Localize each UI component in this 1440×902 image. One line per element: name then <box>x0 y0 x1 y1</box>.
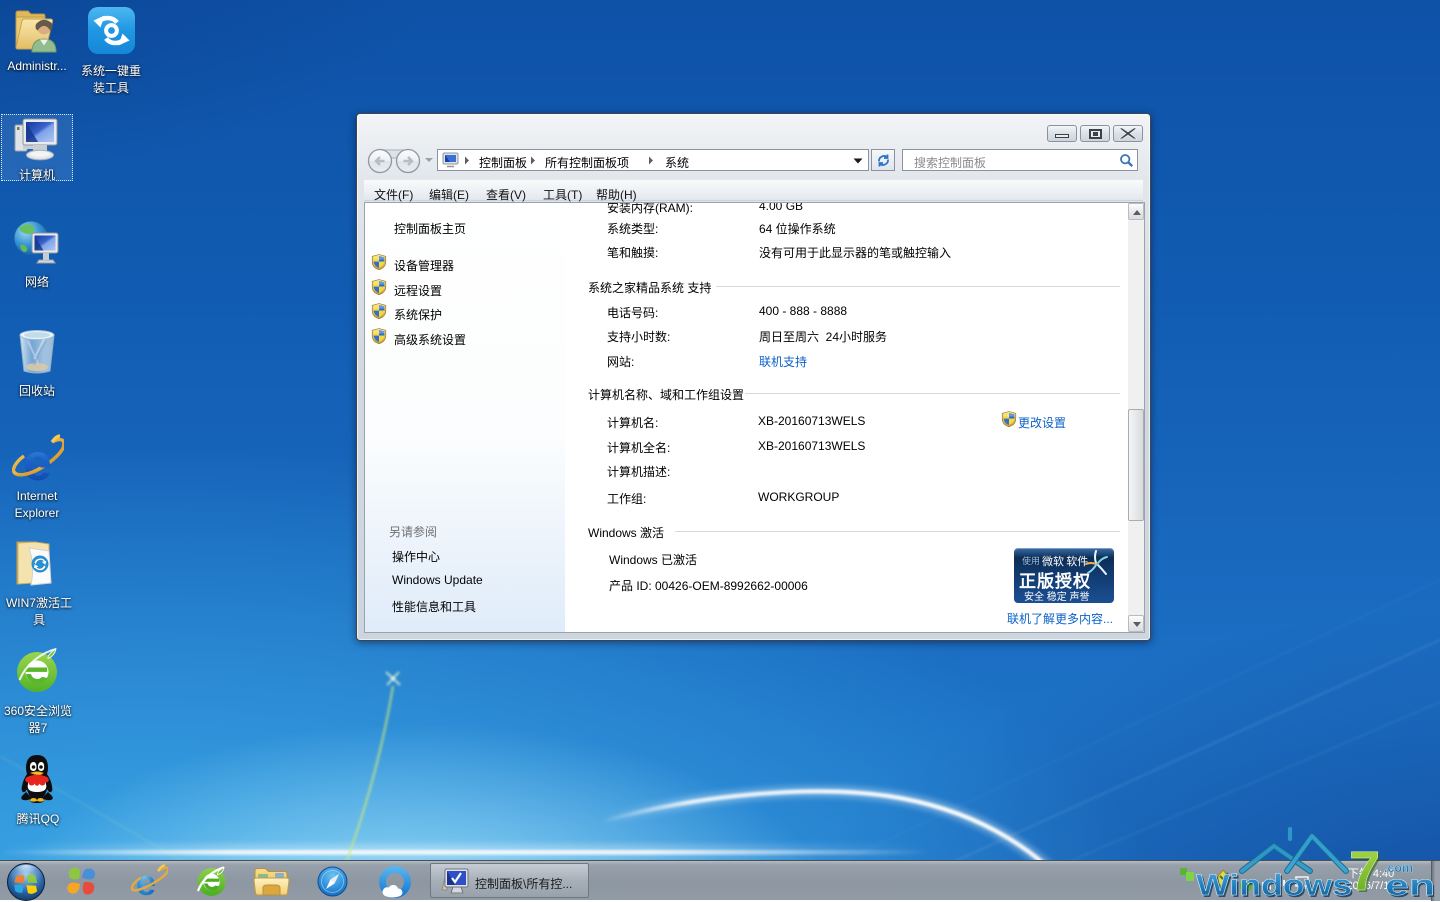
svg-text:Windows: Windows <box>1196 869 1352 900</box>
svg-text:.com: .com <box>1384 861 1413 875</box>
svg-text:7: 7 <box>1349 839 1380 900</box>
svg-text:e: e <box>23 434 52 488</box>
